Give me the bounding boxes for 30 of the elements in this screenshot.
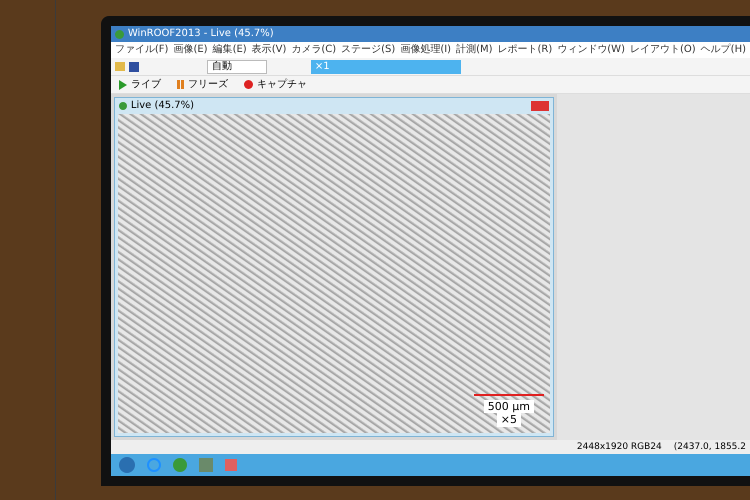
menu-item[interactable]: レイアウト(O) (630, 45, 696, 55)
menu-item[interactable]: 表示(V) (252, 45, 286, 55)
app-icon (118, 102, 127, 110)
menu-item[interactable]: 計測(M) (456, 45, 493, 55)
menu-item[interactable]: レポート(R) (498, 45, 552, 55)
menu-item[interactable]: 画像(E) (173, 45, 208, 55)
menu-item[interactable]: ウィンドウ(W) (557, 45, 625, 55)
app-icon (114, 30, 124, 38)
menu-item[interactable]: ファイル(F) (114, 45, 168, 55)
menu-item[interactable]: 画像処理(I) (400, 45, 452, 55)
pause-icon (176, 80, 184, 89)
close-button[interactable] (530, 101, 549, 111)
scale-label: 500 μm (484, 400, 534, 414)
menu-item[interactable]: ヘルプ(H) (700, 45, 746, 55)
record-icon (244, 80, 253, 89)
toolbar-button[interactable]: フリーズ (172, 77, 232, 92)
browser-icon[interactable] (146, 458, 161, 472)
zoom-dropdown[interactable]: 自動 (206, 60, 267, 74)
app-icon[interactable] (172, 458, 187, 472)
image-size: 2448x1920 RGB24 (576, 442, 662, 452)
menu-item[interactable]: ステージ(S) (341, 45, 396, 55)
magnification-label: ×5 (496, 413, 521, 427)
menu-item[interactable]: カメラ(C) (291, 45, 336, 55)
window-title: Live (45.7%) (130, 101, 194, 111)
scale-bar (474, 394, 544, 396)
toolbar-button[interactable]: キャプチャ (240, 77, 311, 92)
cursor-position: (2437.0, 1855.2 (674, 442, 746, 452)
menu-item[interactable]: 編集(E) (212, 45, 247, 55)
start-button[interactable] (118, 457, 135, 473)
window-title: WinROOF2013 - Live (45.7%) (128, 29, 274, 39)
